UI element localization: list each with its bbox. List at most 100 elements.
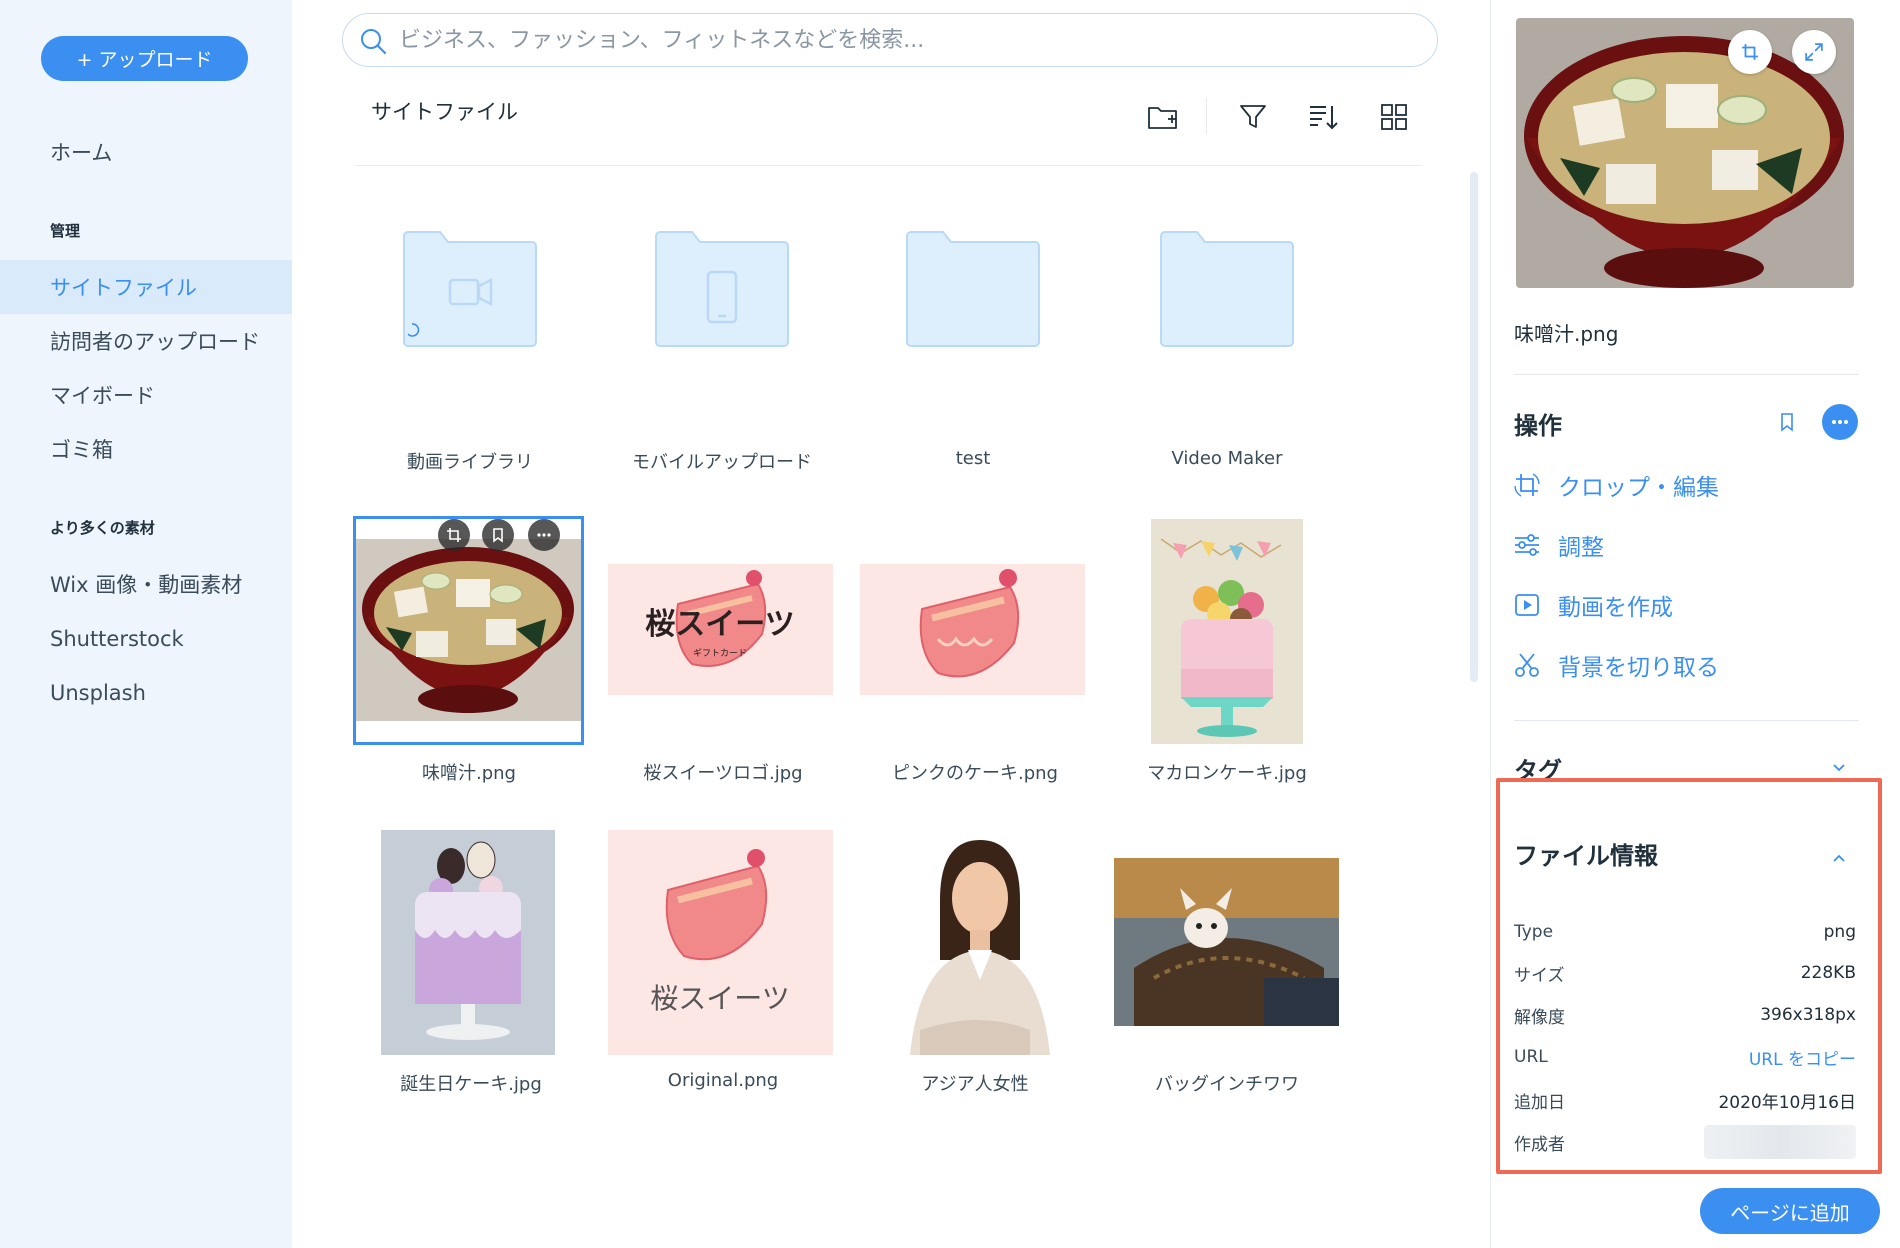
info-row-date-added: 追加日 2020年10月16日	[1514, 1085, 1856, 1115]
sidebar-item-unsplash[interactable]: Unsplash	[0, 666, 292, 720]
info-value: png	[1823, 922, 1856, 942]
upload-button[interactable]: + アップロード	[41, 36, 248, 81]
action-label: 動画を作成	[1558, 595, 1673, 621]
chevron-down-icon[interactable]	[1830, 758, 1848, 776]
new-folder-icon[interactable]	[1146, 100, 1180, 134]
expand-icon	[1805, 43, 1823, 61]
section-manage-heading: 管理	[50, 222, 81, 240]
folder-icon	[403, 231, 537, 347]
sidebar-item-visitor-uploads[interactable]: 訪問者のアップロード	[0, 314, 292, 368]
action-label: 調整	[1558, 535, 1604, 561]
panel-divider-line	[1514, 720, 1859, 721]
birthday-cake-image	[381, 830, 555, 1055]
folder-icon	[906, 231, 1040, 347]
sort-icon[interactable]	[1306, 100, 1340, 134]
bookmark-icon[interactable]	[1776, 411, 1798, 433]
file-label: 味噌汁.png	[422, 763, 516, 784]
file-label: 桜スイーツロゴ.jpg	[643, 763, 803, 784]
info-key: サイズ	[1514, 965, 1565, 986]
action-crop-edit[interactable]: クロップ・編集	[1512, 465, 1719, 505]
file-label: アジア人女性	[921, 1074, 1029, 1095]
preview-crop-button[interactable]	[1728, 30, 1772, 74]
file-preview	[1516, 18, 1854, 288]
file-label: ピンクのケーキ.png	[892, 763, 1058, 784]
action-remove-background[interactable]: 背景を切り取る	[1512, 645, 1719, 685]
search-icon	[361, 29, 387, 55]
macaron-cake-image	[1151, 519, 1303, 744]
file-label: 誕生日ケーキ.jpg	[400, 1074, 542, 1095]
folder-label: test	[955, 448, 991, 469]
chevron-up-icon[interactable]	[1830, 850, 1848, 868]
search-bar[interactable]	[342, 13, 1438, 67]
crop-icon	[1514, 473, 1540, 497]
folder-thumbnail	[607, 210, 837, 370]
info-key: 作成者	[1514, 1134, 1565, 1155]
info-key: 解像度	[1514, 1007, 1565, 1028]
logo-text: 桜スイーツ	[645, 607, 794, 642]
crop-icon	[1742, 44, 1758, 60]
folder-icon	[1160, 231, 1294, 347]
section-more-heading: より多くの素材	[50, 519, 155, 537]
action-adjust[interactable]: 調整	[1512, 525, 1604, 565]
search-input[interactable]	[399, 27, 1437, 53]
sidebar-item-wix-media[interactable]: Wix 画像・動画素材	[0, 557, 292, 611]
sliders-icon	[1515, 534, 1539, 556]
folder-icon	[655, 231, 789, 347]
sidebar-item-my-boards[interactable]: マイボード	[0, 368, 292, 422]
folder-label: モバイルアップロード	[632, 452, 812, 473]
preview-expand-button[interactable]	[1792, 30, 1836, 74]
author-value-redacted	[1704, 1125, 1856, 1159]
actions-heading: 操作	[1514, 412, 1562, 440]
file-label: マカロンケーキ.jpg	[1147, 763, 1307, 784]
scrollbar[interactable]	[1470, 172, 1478, 682]
crop-button[interactable]	[438, 519, 470, 551]
logo-text: 桜スイーツ	[650, 982, 789, 1015]
sakura-logo-image: 桜スイーツ ギフトカード	[608, 564, 833, 695]
info-row-size: サイズ 228KB	[1514, 958, 1856, 988]
pink-cake-image	[860, 564, 1085, 695]
info-value: 228KB	[1800, 963, 1856, 983]
bookmark-icon	[493, 528, 503, 543]
scissors-icon	[1515, 653, 1539, 677]
filter-icon[interactable]	[1236, 100, 1270, 134]
info-row-type: Type png	[1514, 917, 1856, 947]
copy-url-link[interactable]: URL をコピー	[1749, 1045, 1856, 1070]
folder-thumbnail	[1112, 210, 1342, 370]
header-divider	[355, 165, 1423, 166]
folder-label: Video Maker	[1171, 448, 1283, 469]
info-value: 2020年10月16日	[1718, 1092, 1856, 1113]
grid-view-icon[interactable]	[1377, 100, 1411, 134]
more-icon	[1832, 420, 1848, 424]
folder-thumbnail	[858, 210, 1088, 370]
page-title: サイトファイル	[371, 100, 518, 124]
action-create-video[interactable]: 動画を作成	[1512, 585, 1673, 625]
panel-divider-line	[1514, 374, 1859, 375]
sidebar-item-trash[interactable]: ゴミ箱	[0, 422, 292, 476]
nav-home[interactable]: ホーム	[0, 125, 292, 179]
woman-portrait-image	[880, 830, 1070, 1055]
miso-soup-image	[356, 539, 581, 721]
action-label: クロップ・編集	[1558, 475, 1719, 501]
sakura-logo-original-image: 桜スイーツ	[608, 830, 833, 1055]
crop-icon	[447, 528, 461, 542]
sidebar: + アップロード ホーム 管理 サイトファイル 訪問者のアップロード マイボード…	[0, 0, 292, 1248]
more-options-button[interactable]	[528, 519, 560, 551]
sidebar-item-site-files[interactable]: サイトファイル	[0, 260, 292, 314]
sidebar-item-shutterstock[interactable]: Shutterstock	[0, 612, 292, 666]
info-row-url: URL URL をコピー	[1514, 1042, 1856, 1072]
folder-label: 動画ライブラリ	[407, 452, 533, 473]
action-label: 背景を切り取る	[1558, 655, 1719, 681]
logo-subtext: ギフトカード	[693, 648, 747, 659]
add-to-page-button[interactable]: ページに追加	[1700, 1188, 1880, 1234]
more-actions-button[interactable]	[1822, 404, 1858, 440]
file-info-heading[interactable]: ファイル情報	[1514, 836, 1658, 871]
file-label: バッグインチワワ	[1155, 1074, 1299, 1095]
info-key: Type	[1514, 922, 1554, 942]
info-value: 396x318px	[1760, 1005, 1856, 1025]
panel-divider	[1490, 0, 1491, 1248]
folder-thumbnail	[355, 210, 585, 370]
info-row-author: 作成者	[1514, 1125, 1856, 1159]
file-label: Original.png	[667, 1070, 779, 1091]
bookmark-button[interactable]	[482, 519, 514, 551]
toolbar-separator	[1206, 98, 1207, 134]
